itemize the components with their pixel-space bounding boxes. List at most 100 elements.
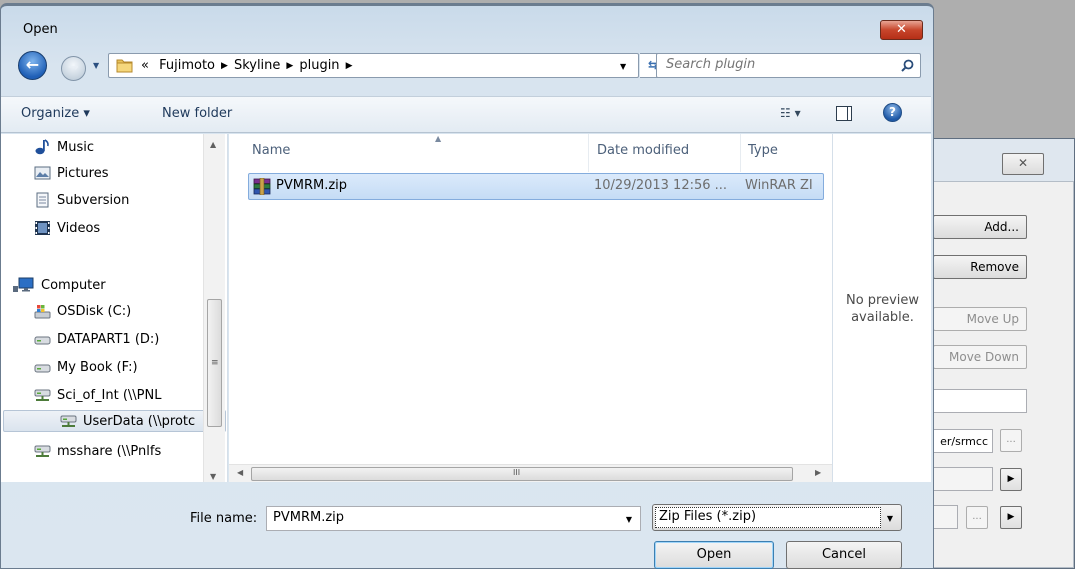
close-button[interactable]: ✕ [880, 20, 923, 40]
drive-icon [34, 331, 51, 347]
file-type: WinRAR ZI [745, 178, 813, 193]
nav-item-subversion[interactable]: Subversion [34, 189, 129, 211]
bg-close-button[interactable]: ✕ [1002, 153, 1044, 175]
winrar-archive-icon [253, 178, 271, 195]
nav-item-datapart1[interactable]: DATAPART1 (D:) [34, 328, 159, 350]
nav-item-pictures[interactable]: Pictures [34, 162, 108, 184]
bg-browse-button[interactable]: ... [1000, 429, 1022, 452]
pictures-icon [34, 165, 51, 181]
breadcrumb-overflow[interactable]: « [141, 58, 149, 73]
breadcrumb-plugin[interactable]: plugin [299, 58, 339, 73]
file-list: ▲ Name Date modified Type PVMRM.zip 10/2… [229, 134, 832, 482]
preview-line-1: No preview [845, 293, 920, 308]
nav-item-userdata[interactable]: UserData (\\protc [3, 410, 226, 432]
file-type-select[interactable]: Zip Files (*.zip) ▼ [652, 504, 902, 531]
nav-item-label: Computer [41, 277, 106, 293]
music-icon [34, 139, 51, 155]
nav-item-label: Music [57, 139, 94, 155]
bg-path-field[interactable]: er/srmcc [933, 429, 993, 453]
preview-pane: No preview available. [832, 134, 931, 482]
scroll-up-icon[interactable]: ▲ [210, 140, 216, 149]
organize-button[interactable]: Organize ▾ [21, 106, 90, 121]
subversion-icon [34, 192, 51, 208]
bg-text-field-3[interactable] [933, 505, 958, 529]
nav-pane-scrollbar[interactable]: ▲ ≡ ▼ [203, 134, 225, 482]
file-name-label: File name: [190, 511, 258, 526]
search-icon[interactable] [901, 59, 914, 72]
breadcrumb-separator-icon[interactable]: ▶ [286, 61, 293, 71]
file-name-combobox: ▼ [266, 506, 641, 531]
change-view-button[interactable]: ☷ ▾ [780, 106, 801, 120]
back-arrow-icon[interactable]: ← [18, 51, 47, 80]
bg-text-field-2[interactable] [933, 467, 993, 491]
scroll-left-icon[interactable]: ◀ [237, 468, 243, 477]
breadcrumb-fujimoto[interactable]: Fujimoto [159, 58, 215, 73]
videos-icon [34, 220, 51, 236]
nav-item-label: Subversion [57, 192, 130, 208]
bg-arrow-button-1[interactable]: ▶ [1000, 468, 1022, 491]
file-hscroll-thumb[interactable]: III [251, 467, 793, 481]
bg-text-field-1[interactable] [933, 389, 1027, 413]
file-name: PVMRM.zip [276, 178, 348, 193]
column-header-name[interactable]: Name [252, 143, 290, 158]
column-divider[interactable] [588, 134, 589, 172]
file-row[interactable]: PVMRM.zip 10/29/2013 12:56 ... WinRAR ZI [248, 173, 824, 200]
search-box [656, 53, 921, 78]
column-header-date-modified[interactable]: Date modified [597, 143, 689, 158]
file-list-hscrollbar[interactable]: ◀ III ▶ [229, 464, 832, 482]
new-folder-button[interactable]: New folder [162, 106, 232, 121]
navigation-pane: Music Pictures Subversion Videos Compute… [1, 134, 228, 482]
nav-item-label: DATAPART1 (D:) [57, 331, 160, 347]
file-name-input[interactable] [273, 510, 603, 525]
remove-button[interactable]: Remove [933, 255, 1027, 279]
nav-item-osdisk[interactable]: OSDisk (C:) [34, 300, 131, 322]
forward-arrow-icon[interactable]: → [61, 56, 86, 81]
drive-icon [34, 359, 51, 375]
nav-item-label: Pictures [57, 165, 109, 181]
preview-line-2: available. [851, 310, 914, 325]
nav-item-label: Sci_of_Int (\\PNL [57, 387, 162, 403]
bg-arrow-button-2[interactable]: ▶ [1000, 506, 1022, 529]
nav-item-sci-of-int[interactable]: Sci_of_Int (\\PNL [34, 384, 161, 406]
bg-browse-button-2[interactable]: ... [966, 506, 988, 529]
nav-item-label: UserData (\\protc [83, 413, 196, 429]
column-header-type[interactable]: Type [748, 143, 778, 158]
nav-item-label: My Book (F:) [57, 359, 138, 375]
nav-item-label: OSDisk (C:) [57, 303, 132, 319]
breadcrumb-separator-icon[interactable]: ▶ [221, 61, 228, 71]
sort-ascending-icon: ▲ [435, 134, 442, 143]
breadcrumb-skyline[interactable]: Skyline [234, 58, 280, 73]
scroll-right-icon[interactable]: ▶ [815, 468, 821, 477]
dialog-title: Open [23, 22, 58, 37]
nav-item-label: Videos [57, 220, 101, 236]
chevron-down-icon[interactable]: ▼ [626, 515, 632, 524]
preview-pane-icon[interactable] [836, 106, 852, 121]
nav-scroll-thumb[interactable]: ≡ [207, 299, 222, 427]
file-date-modified: 10/29/2013 12:56 ... [594, 178, 728, 193]
nav-item-label: msshare (\\Pnlfs [57, 443, 162, 459]
move-up-button[interactable]: Move Up [933, 307, 1027, 331]
network-drive-icon [60, 413, 77, 429]
help-icon[interactable]: ? [883, 103, 902, 122]
chevron-down-icon[interactable]: ▼ [887, 514, 893, 523]
recent-locations-chevron-icon[interactable]: ▼ [93, 61, 99, 70]
nav-item-videos[interactable]: Videos [34, 217, 100, 239]
nav-item-msshare[interactable]: msshare (\\Pnlfs [34, 440, 161, 462]
scroll-down-icon[interactable]: ▼ [210, 472, 216, 481]
breadcrumb: « Fujimoto ▶ Skyline ▶ plugin ▶ [141, 58, 358, 73]
cancel-button[interactable]: Cancel [786, 541, 902, 569]
address-dropdown-icon[interactable]: ▼ [620, 62, 626, 71]
add-button[interactable]: Add... [933, 215, 1027, 239]
network-drive-icon [34, 443, 51, 459]
open-button[interactable]: Open [654, 541, 774, 569]
search-input[interactable] [666, 57, 886, 72]
move-down-button[interactable]: Move Down [933, 345, 1027, 369]
file-type-value: Zip Files (*.zip) [655, 507, 881, 528]
nav-item-music[interactable]: Music [34, 136, 94, 158]
column-divider[interactable] [740, 134, 741, 172]
nav-item-my-book[interactable]: My Book (F:) [34, 356, 138, 378]
breadcrumb-separator-icon[interactable]: ▶ [346, 61, 353, 71]
folder-icon [116, 59, 133, 73]
computer-icon [13, 277, 35, 293]
nav-item-computer[interactable]: Computer [13, 274, 106, 296]
